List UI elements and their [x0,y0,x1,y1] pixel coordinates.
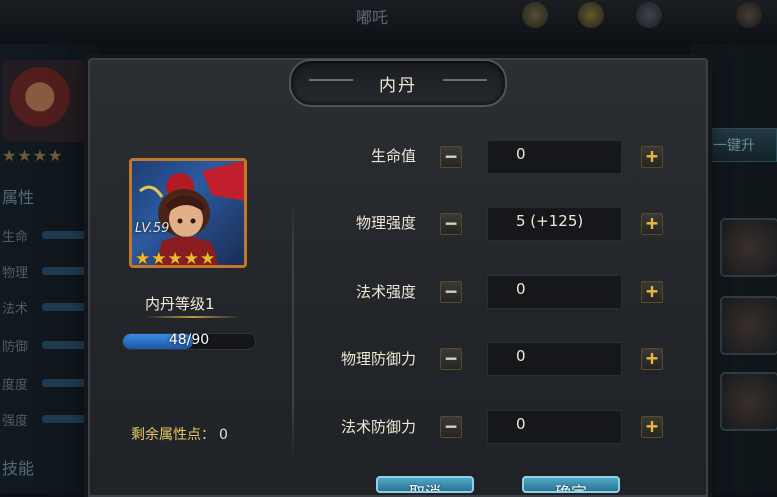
hp-value-field [487,140,622,174]
top-bar [0,0,777,44]
exp-progress-text: 48/90 [168,332,210,348]
level-underline [145,316,241,318]
attributes-heading: 属性 [2,188,35,207]
stat-label-magic-defense: 法术防御力 [340,418,416,436]
hp-decrease-button[interactable]: − [440,146,462,168]
hero-card: LV.59 ★★★★★ [129,158,247,268]
hp-value: 0 [516,145,526,163]
physical-defense-value-field [487,342,622,376]
physical-defense-increase-button[interactable]: + [641,348,663,370]
attribute-row: 物理 [2,262,92,281]
equipment-slot[interactable] [720,372,777,431]
cancel-button[interactable]: 取消 [376,476,474,493]
physical-defense-decrease-button[interactable]: − [440,348,462,370]
magic-defense-value: 0 [516,415,526,433]
magic-strength-increase-button[interactable]: + [641,281,663,303]
hero-avatar [2,60,86,142]
remaining-points-value: 0 [219,427,228,443]
remaining-points-label: 剩余属性点： [131,427,215,443]
gold-icon [578,2,604,28]
hero-level-label: LV.59 [135,221,170,236]
one-click-upgrade-button[interactable]: 一键升 [702,128,777,162]
stat-label-physical-strength: 物理强度 [355,214,416,232]
hp-increase-button[interactable]: + [641,146,663,168]
equipment-slot[interactable] [720,296,777,355]
dialog-title-frame: 内丹 [289,59,507,107]
dialog-title: 内丹 [379,76,417,96]
gem-icon [636,2,662,28]
physical-strength-decrease-button[interactable]: − [440,213,462,235]
magic-defense-decrease-button[interactable]: − [440,416,462,438]
magic-strength-decrease-button[interactable]: − [440,281,462,303]
attribute-row: 法术 [2,298,92,317]
confirm-button[interactable]: 确定 [522,476,620,493]
physical-strength-increase-button[interactable]: + [641,213,663,235]
attribute-row: 防御 [2,336,92,355]
currency-icon [522,2,548,28]
physical-defense-value: 0 [516,347,526,365]
stat-label-hp: 生命值 [370,147,416,165]
neidan-level-label: 内丹等级1 [145,295,215,313]
stat-label-physical-defense: 物理防御力 [340,350,416,368]
magic-defense-value-field [487,410,622,444]
hero-stars-background: ★★★★ [2,146,64,165]
attribute-row: 度度 [2,374,92,393]
attribute-row: 强度 [2,410,92,429]
magic-defense-increase-button[interactable]: + [641,416,663,438]
physical-strength-value: 5 (+125) [516,212,584,230]
background-title: 嘟吒 [356,8,389,27]
mail-icon [736,2,762,28]
hero-star-rating: ★★★★★ [135,249,217,268]
stat-label-magic-strength: 法术强度 [355,283,416,301]
skills-heading: 技能 [2,459,35,478]
attribute-row: 生命 [2,226,92,245]
equipment-slot[interactable] [720,218,777,277]
remaining-points: 剩余属性点： 0 [131,424,228,444]
magic-strength-value-field [487,275,622,309]
magic-strength-value: 0 [516,280,526,298]
